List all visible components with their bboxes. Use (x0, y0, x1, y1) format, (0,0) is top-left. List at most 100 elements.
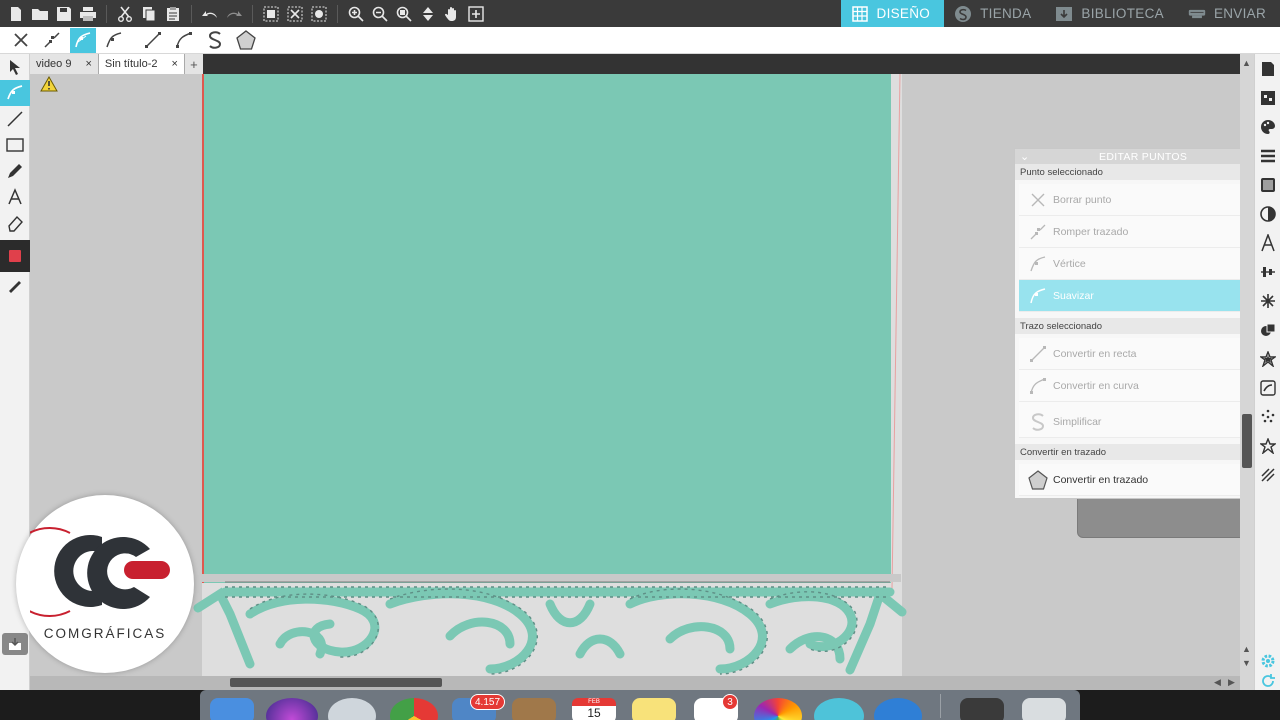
pentagon-icon[interactable] (233, 28, 259, 53)
doc-tab[interactable]: video 9 × (30, 54, 99, 74)
text-tool-icon[interactable] (0, 184, 30, 210)
vertex-point-icon[interactable] (101, 28, 127, 53)
undo-icon[interactable] (198, 3, 222, 25)
contacts-icon[interactable] (512, 698, 556, 720)
line-style-icon[interactable] (1255, 141, 1280, 170)
close-icon[interactable]: × (172, 58, 178, 70)
simplify-icon[interactable] (202, 28, 228, 53)
vertex-button[interactable]: Vértice (1019, 248, 1240, 280)
nav-tab-design[interactable]: DISEÑO (840, 0, 945, 27)
shadow-icon[interactable] (1255, 199, 1280, 228)
line-tool-icon[interactable] (0, 106, 30, 132)
close-icon[interactable]: × (85, 58, 91, 70)
smooth-point-icon[interactable] (70, 27, 96, 53)
rhinestone-icon[interactable] (1255, 402, 1280, 431)
open-folder-icon[interactable] (28, 3, 52, 25)
horizontal-scrollbar[interactable]: ◀ ▶ (30, 676, 1240, 690)
fill-pattern-icon[interactable] (1255, 170, 1280, 199)
trash-icon[interactable] (1022, 698, 1066, 720)
page-setup-icon[interactable] (1255, 54, 1280, 83)
break-path-icon[interactable] (39, 28, 65, 53)
scroll-up-icon[interactable]: ▲ (1242, 644, 1251, 654)
simplify-button[interactable]: Simplificar (1019, 406, 1240, 438)
add-page-icon[interactable] (464, 3, 488, 25)
smooth-button[interactable]: Suavizar (1019, 280, 1240, 312)
palette-icon[interactable] (1255, 112, 1280, 141)
delete-point-icon[interactable] (8, 28, 34, 53)
finder-icon[interactable] (210, 698, 254, 720)
photos-icon[interactable] (754, 698, 802, 720)
replicate-icon[interactable] (1255, 286, 1280, 315)
reminders-icon[interactable]: 3 (694, 694, 738, 720)
save-icon[interactable] (52, 3, 76, 25)
paste-icon[interactable] (161, 3, 185, 25)
star-icon[interactable] (1255, 431, 1280, 460)
zoom-in-icon[interactable] (344, 3, 368, 25)
doc-tab[interactable]: Sin título-2 × (98, 54, 185, 74)
offset-icon[interactable] (1255, 344, 1280, 373)
copy-icon[interactable] (137, 3, 161, 25)
align-icon[interactable] (1255, 257, 1280, 286)
nav-tab-library[interactable]: BIBLIOTECA (1045, 0, 1178, 27)
fit-page-icon[interactable] (416, 3, 440, 25)
teal-shape[interactable] (202, 74, 891, 583)
nav-tab-label: BIBLIOTECA (1081, 6, 1164, 21)
print-icon[interactable] (76, 3, 100, 25)
eraser-tool-icon[interactable] (0, 210, 30, 236)
break-path-button[interactable]: Romper trazado (1019, 216, 1240, 248)
redo-icon[interactable] (222, 3, 246, 25)
add-tab-button[interactable]: + (184, 54, 203, 74)
nav-tab-send[interactable]: ENVIAR (1177, 0, 1280, 27)
horizontal-scroll-thumb[interactable] (230, 678, 442, 687)
warning-icon[interactable] (40, 75, 58, 97)
scroll-right-icon[interactable]: ▶ (1228, 677, 1235, 688)
zoom-select-icon[interactable] (392, 3, 416, 25)
design-canvas[interactable]: ⌄ EDITAR PUNTOS × Punto seleccionado Bor… (30, 74, 1240, 676)
siri-icon[interactable] (266, 698, 318, 720)
pan-hand-icon[interactable] (440, 3, 464, 25)
cut-icon[interactable] (113, 3, 137, 25)
nav-tab-store[interactable]: TIENDA (944, 0, 1046, 27)
mail-icon[interactable]: 4.157 (452, 694, 506, 720)
text-style-icon[interactable] (1255, 228, 1280, 257)
delete-point-button[interactable]: Borrar punto (1019, 184, 1240, 216)
fill-color-icon[interactable] (0, 240, 30, 272)
launchpad-icon[interactable] (328, 698, 376, 720)
select-arrow-icon[interactable] (0, 54, 30, 80)
knife-tool-icon[interactable] (0, 272, 30, 298)
sketch-icon[interactable] (1255, 460, 1280, 489)
app-store-icon[interactable] (874, 698, 922, 720)
rectangle-tool-icon[interactable] (0, 132, 30, 158)
convert-path-button[interactable]: Convertir en trazado (1019, 464, 1240, 496)
collapse-icon[interactable]: ⌄ (1020, 150, 1029, 163)
curve-icon[interactable] (171, 28, 197, 53)
compound-path-icon[interactable] (307, 3, 331, 25)
straight-line-icon[interactable] (140, 28, 166, 53)
silhouette-studio-icon[interactable] (814, 698, 864, 720)
printer-icon[interactable] (960, 698, 1004, 720)
vertical-scroll-thumb[interactable] (1242, 414, 1252, 468)
panel-item-label: Romper trazado (1053, 225, 1129, 238)
vertical-scrollbar[interactable]: ▲ ▲ ▼ (1240, 54, 1254, 690)
ungroup-icon[interactable] (283, 3, 307, 25)
group-icon[interactable] (259, 3, 283, 25)
zoom-out-icon[interactable] (368, 3, 392, 25)
new-file-icon[interactable] (4, 3, 28, 25)
calendar-icon[interactable]: FEB 15 (572, 698, 616, 720)
pixscan-icon[interactable] (1255, 83, 1280, 112)
panel-item-label: Convertir en recta (1053, 347, 1137, 360)
edit-points-icon[interactable] (0, 80, 30, 106)
scroll-left-icon[interactable]: ◀ (1214, 677, 1221, 688)
modify-icon[interactable] (1255, 315, 1280, 344)
ornament-border[interactable] (190, 574, 910, 676)
logo-mark (30, 527, 170, 617)
pencil-tool-icon[interactable] (0, 158, 30, 184)
trace-icon[interactable] (1255, 373, 1280, 402)
panel-item-label: Convertir en trazado (1053, 473, 1149, 486)
scroll-down-icon[interactable]: ▼ (1242, 658, 1251, 668)
convert-curve-button[interactable]: Convertir en curva (1019, 370, 1240, 402)
scroll-up-icon[interactable]: ▲ (1242, 58, 1251, 68)
notes-icon[interactable] (632, 698, 676, 720)
chrome-icon[interactable] (390, 698, 438, 720)
convert-straight-button[interactable]: Convertir en recta (1019, 338, 1240, 370)
